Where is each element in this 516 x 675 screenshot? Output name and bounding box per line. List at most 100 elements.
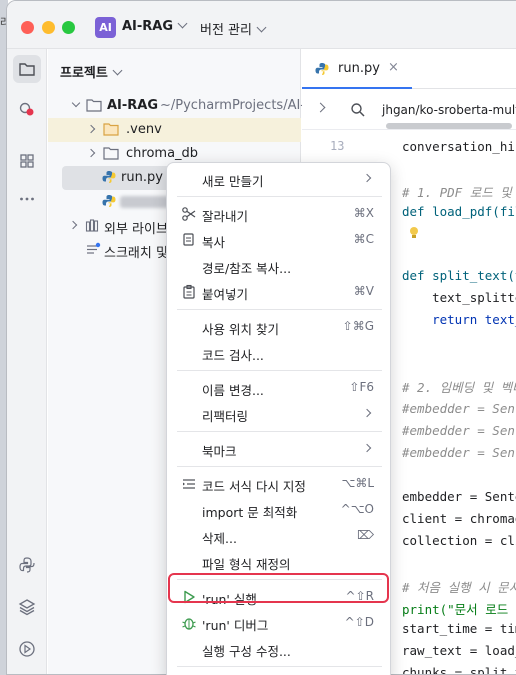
more-tools-button[interactable] [13, 185, 41, 213]
lightbulb-icon[interactable] [408, 226, 420, 240]
project-panel-title[interactable]: 프로젝트 [60, 62, 123, 81]
expand-arrow-icon[interactable] [86, 148, 96, 158]
menu-separator [177, 466, 382, 467]
menu-item-cut[interactable]: 잘라내기 ⌘X [173, 201, 384, 227]
menu-item-label: 코드 검사... [202, 348, 264, 363]
commit-tool-button[interactable] [13, 95, 41, 123]
menu-item-copy[interactable]: 복사 ⌘C [173, 227, 384, 253]
minimize-window-button[interactable] [42, 21, 55, 34]
python-console-button[interactable] [13, 551, 41, 579]
folder-icon [103, 123, 119, 136]
menu-item-label: 붙여넣기 [202, 287, 249, 302]
menu-item-optimize-imports[interactable]: import 문 최적화 ^⌥O [173, 497, 384, 523]
breadcrumb[interactable]: jhgan/ko-sroberta-multitask [382, 103, 516, 117]
expand-arrow-icon[interactable] [68, 220, 78, 230]
menu-item-new[interactable]: 새로 만들기 [173, 166, 384, 192]
code-text: embedder = Sente [402, 489, 516, 504]
submenu-arrow-icon [362, 173, 372, 183]
tab-label: run.py [338, 61, 380, 76]
menu-item-label: 새로 만들기 [202, 174, 264, 189]
menu-item-shortcut: ^⇧D [344, 615, 374, 629]
tab-run-py[interactable]: run.py × [302, 49, 412, 89]
context-menu: 새로 만들기 잘라내기 ⌘X 복사 ⌘C 경로/참조 복사... 붙여넣기 ⌘V… [166, 162, 391, 675]
expand-arrow-icon[interactable] [71, 98, 81, 108]
menu-separator [177, 309, 382, 310]
tree-item-label: run.py [121, 170, 163, 185]
copy-icon [183, 233, 194, 246]
menu-item-shortcut: ⌘X [353, 206, 374, 220]
menu-item-label: 잘라내기 [202, 209, 249, 224]
menu-item-shortcut: ⌥⌘L [341, 476, 374, 490]
menu-item-label: 삭제... [202, 531, 237, 546]
horizontal-scrollbar[interactable] [386, 123, 512, 129]
menu-item-label: 'run' 디버그 [202, 618, 269, 633]
close-window-button[interactable] [21, 21, 34, 34]
maximize-window-button[interactable] [62, 21, 75, 34]
tool-window-strip [7, 49, 47, 674]
python-icon [19, 557, 35, 573]
more-icon [20, 197, 34, 201]
paste-icon [183, 284, 195, 299]
menu-item-paste[interactable]: 붙여넣기 ⌘V [173, 279, 384, 305]
code-text: #embedder = Sente [402, 445, 516, 460]
code-text: client = chromad [402, 511, 516, 526]
python-file-icon [102, 195, 116, 207]
commit-icon [19, 102, 34, 116]
code-text: # 처음 실행 시 문서 [402, 580, 516, 595]
vcs-menu[interactable]: 버전 관리 [200, 19, 267, 38]
code-text: def split_text(text [402, 268, 516, 283]
code-text: return text_ [402, 312, 516, 327]
menu-item-copy-path[interactable]: 경로/참조 복사... [173, 253, 384, 279]
menu-item-find-usages[interactable]: 사용 위치 찾기 ⇧⌘G [173, 314, 384, 340]
reformat-icon [183, 479, 195, 489]
menu-item-rename[interactable]: 이름 변경... ⇧F6 [173, 375, 384, 401]
menu-item-label: 경로/참조 복사... [202, 261, 292, 276]
menu-item-label: 코드 서식 다시 지정 [202, 479, 306, 494]
menu-item-refactor[interactable]: 리팩터링 [173, 401, 384, 427]
menu-item-inspect-code[interactable]: 코드 검사... [173, 340, 384, 366]
submenu-arrow-icon [362, 408, 372, 418]
menu-item-shortcut: ^⌥O [340, 502, 374, 516]
blurred-filename [120, 196, 170, 208]
run-item-highlight [168, 573, 389, 603]
chevron-right-icon[interactable] [315, 102, 326, 113]
project-switcher[interactable]: AI-RAG [122, 18, 188, 34]
menu-item-reformat-code[interactable]: 코드 서식 다시 지정 ⌥⌘L [173, 471, 384, 497]
code-text: # 1. PDF 로드 및 텍스트 [402, 185, 516, 200]
scissors-icon [182, 207, 196, 221]
menu-item-label: 리팩터링 [202, 409, 249, 424]
code-text: collection = cli [402, 533, 516, 548]
code-text: print("문서 로드 및 [402, 602, 516, 617]
close-tab-icon[interactable]: × [388, 60, 399, 75]
search-icon[interactable] [349, 101, 367, 119]
code-text: text_splitter [432, 290, 516, 305]
breadcrumb-bar: jhgan/ko-sroberta-multitask [302, 90, 516, 130]
menu-item-edit-run-config[interactable]: 실행 구성 수정... [173, 636, 384, 662]
menu-separator [177, 431, 382, 432]
tree-item-run-py[interactable]: run.py [62, 166, 182, 190]
library-icon [85, 219, 99, 232]
menu-item-shortcut: ⌘C [353, 232, 374, 246]
menu-item-bookmarks[interactable]: 북마크 [173, 436, 384, 462]
menu-item-label: 이름 변경... [202, 383, 264, 398]
structure-tool-button[interactable] [13, 147, 41, 175]
run-tool-button[interactable] [13, 635, 41, 663]
menu-item-override-file-type[interactable]: 파일 형식 재정의 [173, 549, 384, 575]
python-file-icon [102, 171, 116, 183]
services-tool-button[interactable] [13, 593, 41, 621]
chevron-down-icon [112, 65, 123, 76]
code-text: # 2. 임베딩 및 벡터 [402, 380, 516, 395]
run-icon [19, 641, 35, 657]
tree-item-venv[interactable]: .venv [48, 118, 301, 142]
project-tool-button[interactable] [13, 55, 41, 83]
project-badge[interactable]: AI [95, 17, 116, 38]
tree-root-ai-rag[interactable]: AI-RAG ~/PycharmProjects/AI-RAG [48, 94, 332, 118]
menu-item-debug[interactable]: 'run' 디버그 ^⇧D [173, 610, 384, 636]
folder-icon [86, 99, 102, 112]
menu-item-shortcut: ⌦ [357, 528, 374, 542]
menu-item-delete[interactable]: 삭제... ⌦ [173, 523, 384, 549]
folder-icon [19, 63, 35, 76]
expand-arrow-icon[interactable] [86, 124, 96, 134]
debug-bug-icon [182, 618, 196, 630]
code-text: chunks = split_t [402, 665, 516, 675]
